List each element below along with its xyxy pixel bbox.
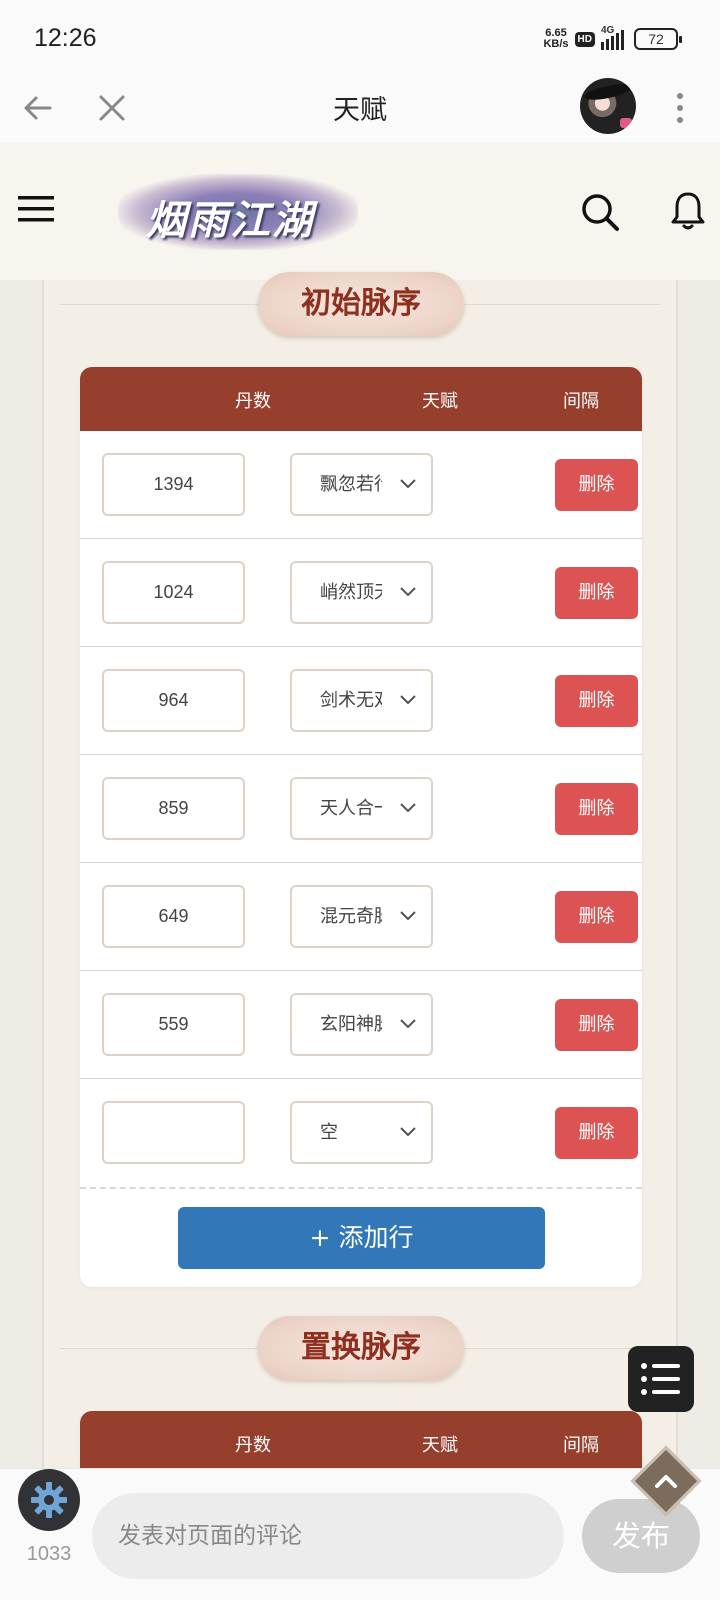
logo-text: 烟雨江湖 [146,197,314,244]
site-header: 烟雨江湖 [0,142,720,280]
hd-badge: HD [574,31,595,47]
more-vertical-icon[interactable] [670,90,690,126]
talent-select-value: 天人合一 [320,798,382,819]
table-row: 1394 飘忽若行 90 删除 [80,431,642,539]
column-header-action: 操作 [624,387,642,413]
bell-icon[interactable] [670,190,706,232]
column-header-gap: 间隔 [563,1435,599,1456]
talent-select-value: 剑术无双 [320,690,382,711]
list-icon [641,1363,680,1395]
column-header-talent: 天赋 [422,1435,458,1456]
replace-sequence-table: 丹数 天赋 间隔 操作 [80,1411,642,1468]
delete-button[interactable]: 删除 [555,891,638,943]
talent-select[interactable]: 剑术无双 [290,669,433,732]
dan-input[interactable]: 559 [102,993,245,1056]
column-header-action: 操作 [624,1431,642,1457]
signal-icon: 4G [601,25,624,50]
dan-input[interactable]: 859 [102,777,245,840]
talent-select[interactable]: 峭然顶天 [290,561,433,624]
comment-bar: 1033 发表对页面的评论 发布 [0,1468,720,1600]
section-title-replace: 置换脉序 [258,1316,464,1380]
chevron-down-icon [400,695,416,705]
gear-icon [31,1482,67,1518]
comment-count: 1033 [26,1543,72,1565]
signal-bar [606,39,609,50]
status-bar: 12:26 6.65 KB/s HD 4G 72 [0,0,720,76]
publish-button[interactable]: 发布 [582,1499,700,1573]
battery-icon: 72 [634,28,682,50]
delete-button[interactable]: 删除 [555,999,638,1051]
chevron-up-icon [655,1475,677,1488]
avatar[interactable] [580,78,636,134]
delete-button[interactable]: 删除 [555,1107,638,1159]
app-top-bar: 天赋 [0,76,720,142]
talent-select-value: 峭然顶天 [320,582,382,603]
column-header-gap: 间隔 [563,391,599,412]
column-header-dan: 丹数 [235,1435,271,1456]
delete-button[interactable]: 删除 [555,783,638,835]
dan-input[interactable] [102,1101,245,1164]
comment-input[interactable]: 发表对页面的评论 [92,1493,564,1579]
signal-bar [621,30,624,50]
table-of-contents-button[interactable] [628,1346,694,1412]
settings-button[interactable] [18,1469,80,1531]
hamburger-menu-icon[interactable] [18,194,54,224]
table-row: 964 剑术无双 60 删除 [80,647,642,755]
talent-select[interactable]: 玄阳神脉 [290,993,433,1056]
chevron-down-icon [400,911,416,921]
table-header: 丹数 天赋 间隔 操作 [80,367,642,431]
delete-button[interactable]: 删除 [555,459,638,511]
table-row: 空 - 删除 [80,1079,642,1187]
talent-select-value: 玄阳神脉 [320,1014,382,1035]
site-logo[interactable]: 烟雨江湖 [118,174,358,250]
avatar-hat [583,81,633,103]
avatar-accent [620,118,632,128]
talent-select[interactable]: 天人合一 [290,777,433,840]
search-icon[interactable] [580,192,620,232]
talent-select-value: 混元奇脉 [320,906,382,927]
table-header: 丹数 天赋 间隔 操作 [80,1411,642,1468]
table-row: 649 混元奇脉 210 删除 [80,863,642,971]
talent-select-value: 空 [320,1122,338,1143]
dan-input[interactable]: 1394 [102,453,245,516]
add-row-container: + 添加行 [80,1189,642,1287]
initial-sequence-table: 丹数 天赋 间隔 操作 1394 飘忽若行 90 删除 1024 峭然顶天 37… [80,367,642,1287]
add-row-button[interactable]: + 添加行 [178,1207,545,1269]
column-header-dan: 丹数 [235,391,271,412]
status-time: 12:26 [34,24,97,52]
column-header-talent: 天赋 [422,391,458,412]
signal-bar [611,36,614,50]
dan-input[interactable]: 964 [102,669,245,732]
dan-input[interactable]: 649 [102,885,245,948]
network-speed-unit: KB/s [543,38,569,50]
dan-input[interactable]: 1024 [102,561,245,624]
signal-bar [601,42,604,50]
talent-select[interactable]: 飘忽若行 [290,453,433,516]
network-speed: 6.65 KB/s [543,28,568,50]
talent-select[interactable]: 空 [290,1101,433,1164]
talent-select-value: 飘忽若行 [320,474,382,495]
section-title-initial: 初始脉序 [258,272,464,336]
talent-select[interactable]: 混元奇脉 [290,885,433,948]
signal-bar [616,33,619,50]
chevron-down-icon [400,587,416,597]
table-row: 859 天人合一 105 删除 [80,755,642,863]
delete-button[interactable]: 删除 [555,567,638,619]
table-row: 1024 峭然顶天 370 删除 [80,539,642,647]
status-indicators: 6.65 KB/s HD 4G 72 [543,25,682,50]
chevron-down-icon [400,803,416,813]
delete-button[interactable]: 删除 [555,675,638,727]
table-row: 559 玄阳神脉 90 删除 [80,971,642,1079]
chevron-down-icon [400,1127,416,1137]
chevron-down-icon [400,1019,416,1029]
chevron-down-icon [400,479,416,489]
network-type: 4G [601,25,615,36]
